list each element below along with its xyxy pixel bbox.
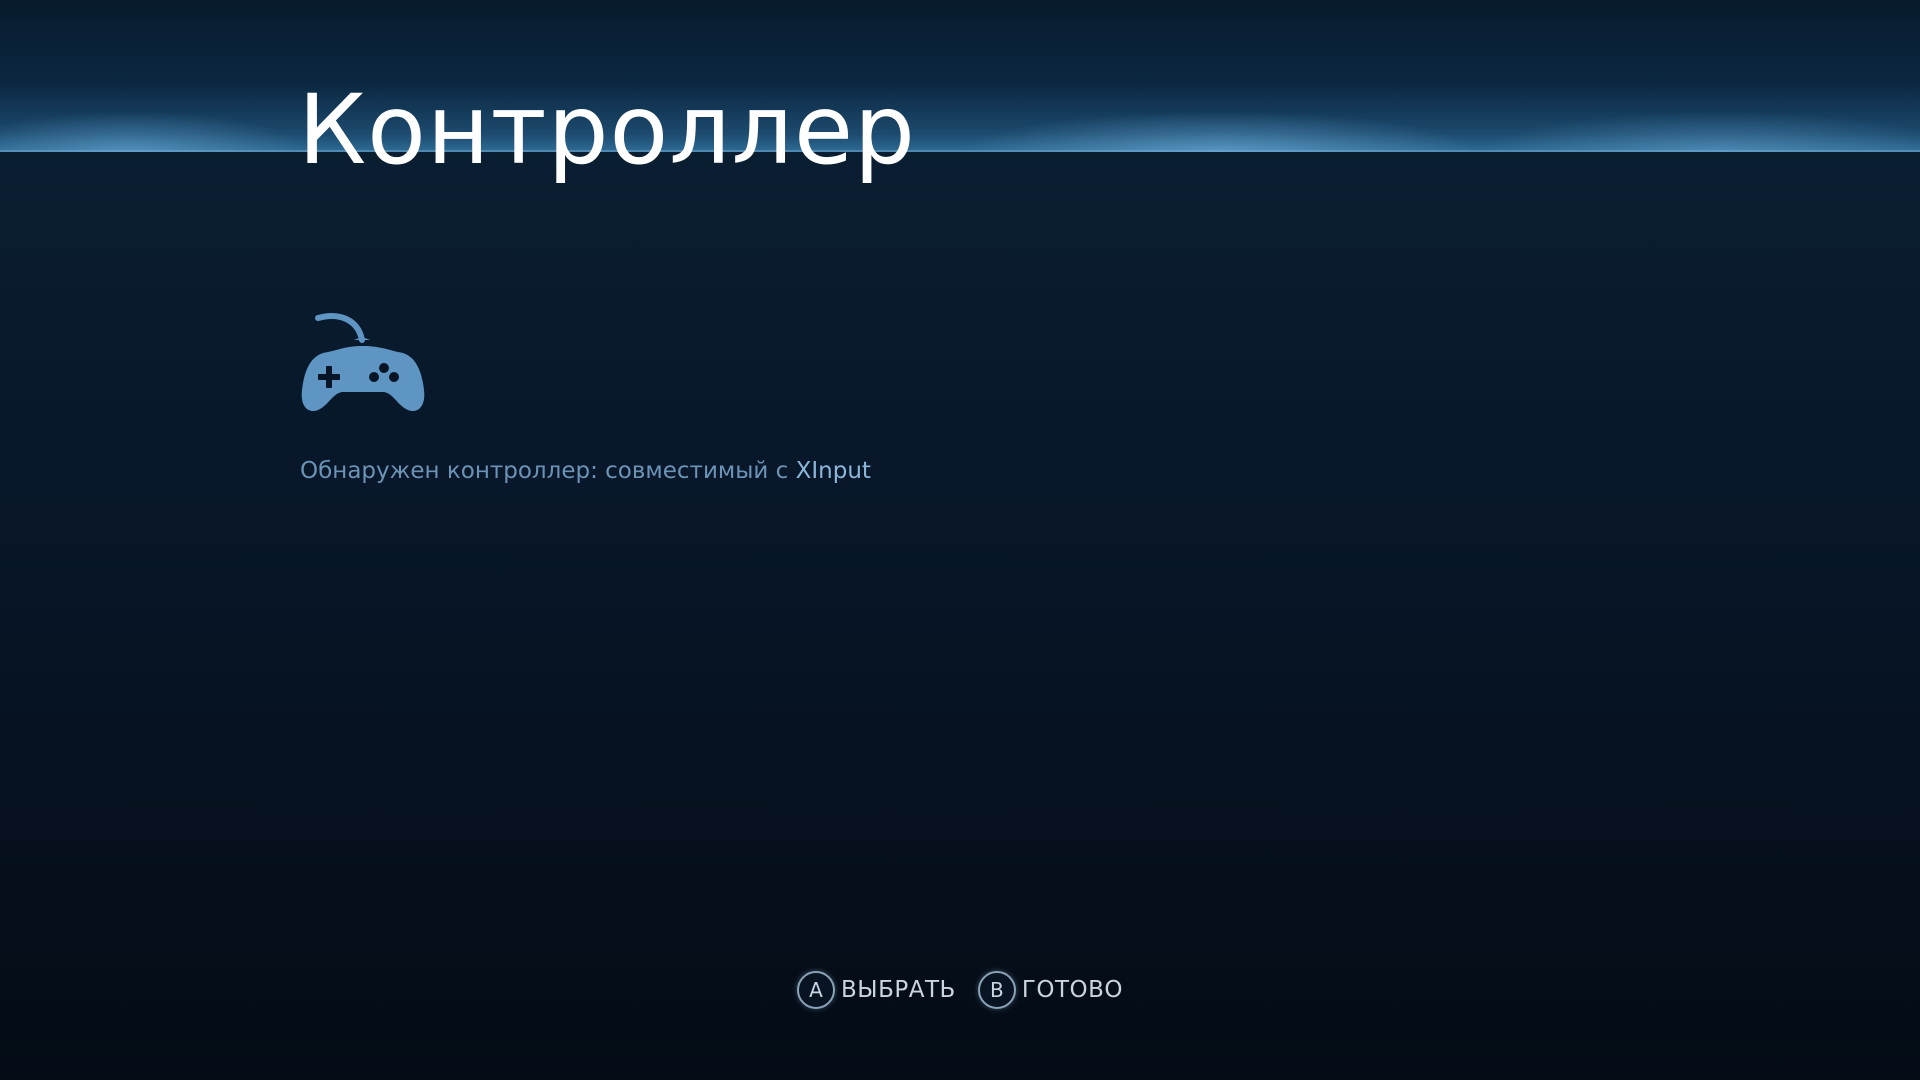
select-hint[interactable]: A ВЫБРАТЬ: [797, 971, 956, 1009]
gamepad-icon: [300, 310, 426, 420]
status-value: XInput: [795, 458, 871, 484]
select-label: ВЫБРАТЬ: [841, 977, 956, 1003]
button-hints-bar: A ВЫБРАТЬ B ГОТОВО: [0, 967, 1920, 1013]
controller-status: Обнаружен контроллер: совместимый с XInp…: [300, 455, 871, 487]
header-divider: [0, 150, 1920, 152]
done-label: ГОТОВО: [1021, 977, 1123, 1003]
a-button-icon: A: [797, 971, 836, 1009]
header-glow: [0, 70, 1920, 152]
status-prefix: Обнаружен контроллер: совместимый с: [300, 458, 796, 484]
b-button-icon: B: [977, 971, 1016, 1009]
done-hint[interactable]: B ГОТОВО: [977, 971, 1123, 1009]
page-title: Контроллер: [298, 74, 916, 186]
